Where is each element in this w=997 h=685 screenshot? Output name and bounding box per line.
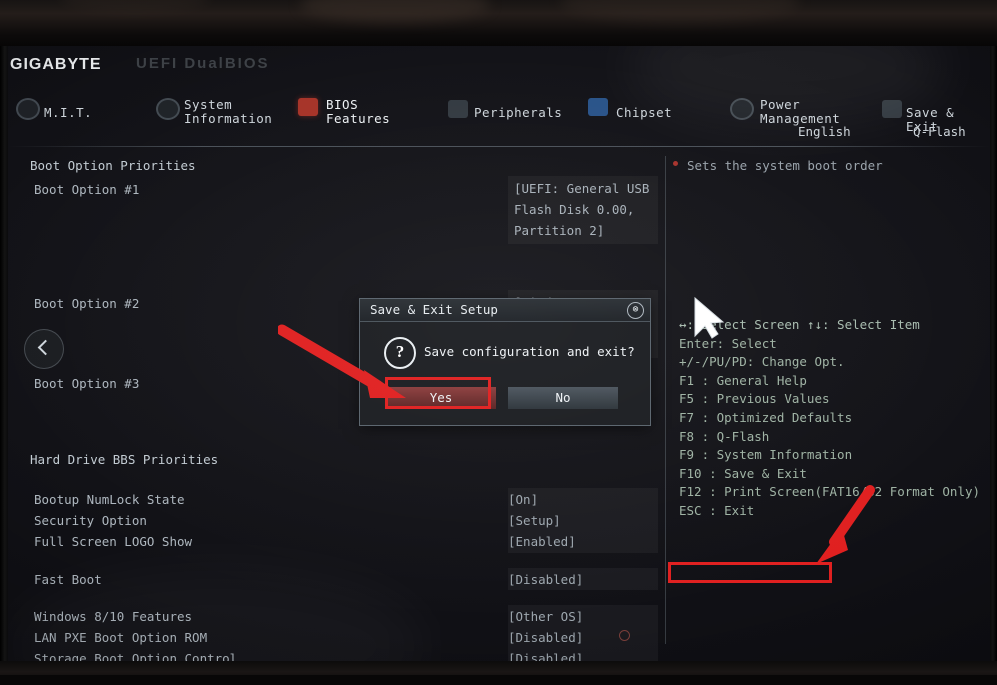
- annotation-box-yes: [385, 377, 491, 409]
- nav-tab-peripherals[interactable]: Peripherals: [474, 106, 562, 120]
- bios-sub-nav: English Q-Flash: [8, 122, 990, 144]
- header-divider: [8, 146, 990, 147]
- chip-icon: [16, 98, 40, 120]
- plug-icon: [448, 100, 468, 118]
- help-key-list: ↔: Select Screen ↑↓: Select Item Enter: …: [679, 316, 984, 521]
- help-key-4: F5 : Previous Values: [679, 391, 830, 407]
- blue-chip-icon: [588, 98, 608, 116]
- help-key-3: F1 : General Help: [679, 372, 807, 388]
- help-key-9: F12 : Print Screen(FAT16/32 Format Only): [679, 484, 981, 500]
- exit-icon: [882, 100, 902, 118]
- annotation-box-f10: [668, 562, 832, 583]
- help-description: Sets the system boot order: [687, 158, 883, 173]
- help-key-2: +/-/PU/PD: Change Opt.: [679, 354, 845, 370]
- language-selector[interactable]: English: [798, 124, 851, 139]
- setting-value-boot-option-1: [UEFI: General USB Flash Disk 0.00, Part…: [514, 181, 650, 238]
- gigabyte-logo: GIGABYTE: [10, 56, 102, 73]
- nav-tab-chipset[interactable]: Chipset: [616, 106, 672, 120]
- dialog-message: Save configuration and exit?: [424, 344, 635, 359]
- monitor-bezel-right: [990, 46, 997, 661]
- red-shield-icon: [298, 98, 318, 116]
- uefi-dualbios-label: UEFI DualBIOS: [136, 55, 270, 72]
- desk-surface: [0, 675, 997, 685]
- back-button[interactable]: [24, 329, 64, 369]
- mouse-pointer-large: [692, 296, 726, 344]
- column-divider: [665, 156, 666, 644]
- no-button[interactable]: No: [508, 387, 618, 409]
- qflash-button[interactable]: Q-Flash: [913, 124, 966, 139]
- bios-top-nav: M.I.T. System Information BIOS Features …: [8, 82, 990, 134]
- question-mark-icon: ?: [384, 337, 416, 369]
- value-box-group-2: [508, 568, 658, 590]
- value-box-group-3: [508, 605, 658, 661]
- help-key-8: F10 : Save & Exit: [679, 465, 807, 481]
- help-key-6: F8 : Q-Flash: [679, 428, 770, 444]
- value-box-group-1: [508, 488, 658, 553]
- bullet-icon: [673, 161, 678, 166]
- dialog-title: Save & Exit Setup: [370, 302, 498, 317]
- value-box-boot-option-1[interactable]: [UEFI: General USB Flash Disk 0.00, Part…: [508, 176, 658, 244]
- help-key-7: F9 : System Information: [679, 447, 853, 463]
- monitor-bezel-left: [0, 46, 8, 661]
- power-icon: [730, 98, 754, 120]
- nav-tab-mit[interactable]: M.I.T.: [44, 106, 92, 120]
- close-icon[interactable]: ⊗: [627, 302, 644, 319]
- section-boot-option-priorities: Boot Option Priorities: [30, 158, 196, 173]
- help-key-5: F7 : Optimized Defaults: [679, 409, 853, 425]
- monitor-bezel-top: [0, 0, 997, 46]
- screenshot-root: GIGABYTE UEFI DualBIOS M.I.T. System Inf…: [0, 0, 997, 685]
- help-key-10: ESC : Exit: [679, 502, 755, 518]
- section-hard-drive-bbs-priorities: Hard Drive BBS Priorities: [30, 452, 219, 467]
- bios-screen: GIGABYTE UEFI DualBIOS M.I.T. System Inf…: [8, 46, 990, 661]
- gear-icon: [156, 98, 180, 120]
- dialog-titlebar: Save & Exit Setup ⊗: [360, 299, 650, 322]
- scroll-indicator-icon: [619, 630, 630, 641]
